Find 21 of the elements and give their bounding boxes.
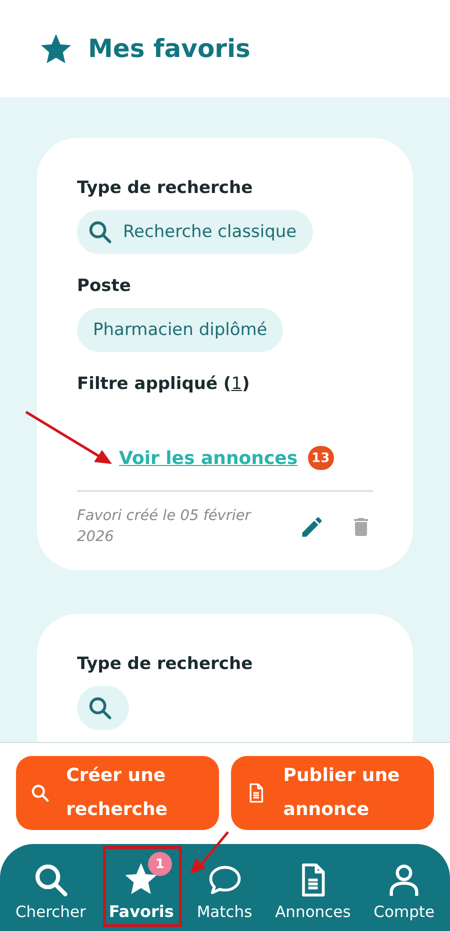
nav-tab[interactable]: Favoris 1 bbox=[106, 852, 176, 921]
search-icon bbox=[87, 695, 113, 722]
filter-count-link[interactable]: 1 bbox=[231, 374, 242, 394]
search-type-label: Type de recherche bbox=[77, 654, 254, 674]
nav-tab[interactable]: Chercher bbox=[13, 853, 88, 921]
search-type-label: Type de recherche bbox=[77, 178, 254, 198]
count-badge: 13 bbox=[308, 446, 334, 470]
publish-listing-button[interactable]: Publier une annonce bbox=[231, 756, 434, 830]
nav-tab[interactable]: Matchs bbox=[194, 853, 254, 921]
created-date: Favori créé le 05 février 2026 bbox=[77, 507, 252, 548]
position-label: Poste bbox=[77, 276, 132, 296]
search-icon bbox=[87, 219, 113, 245]
annotation-arrow bbox=[188, 830, 230, 876]
nav-tab[interactable]: Annonces bbox=[273, 853, 353, 921]
search-type-chip: Recherche classique bbox=[77, 210, 313, 254]
position-chip: Pharmacien diplômé bbox=[77, 308, 284, 352]
filter-label: Filtre appliqué (1) bbox=[77, 374, 251, 394]
create-search-button[interactable]: Créer une recherche bbox=[16, 756, 219, 830]
page-title: Mes favoris bbox=[88, 34, 250, 63]
nav-tab[interactable]: Compte bbox=[372, 853, 437, 921]
notification-badge: 1 bbox=[148, 852, 172, 876]
